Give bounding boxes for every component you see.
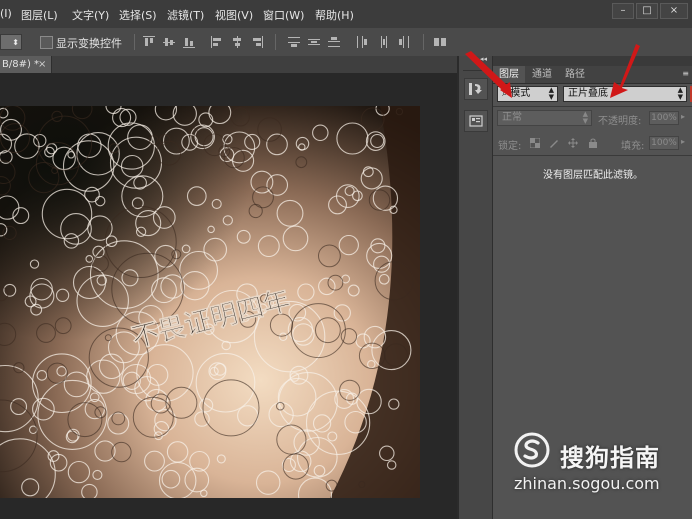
sogou-logo-icon [514,432,550,468]
menu-layer[interactable]: 图层(L) [21,7,58,23]
menu-type[interactable]: 文字(Y) [72,7,109,23]
opacity-arrow-icon[interactable]: ▸ [681,112,685,121]
lock-transparent-pixels-icon[interactable] [530,138,540,148]
distribute-right-icon[interactable] [398,36,410,48]
canvas-image[interactable]: 不畏证明四年 [0,106,420,498]
dropdown-arrows-icon: ▲ ▼ [582,110,588,125]
menu-select[interactable]: 选择(S) [119,7,157,23]
toolbar-divider [134,34,135,50]
align-vertical-center-icon[interactable] [163,36,175,48]
panel-icon-strip [459,56,492,519]
fill-arrow-icon[interactable]: ▸ [681,137,685,146]
align-horizontal-center-icon[interactable] [231,36,243,48]
toolbar-divider [423,34,424,50]
distribute-horizontal-center-icon[interactable] [378,36,390,48]
lock-label: 锁定: [498,141,522,152]
bubble-artwork: 不畏证明四年 [0,106,420,498]
lock-image-pixels-icon[interactable] [549,138,559,148]
distribute-top-icon[interactable] [288,36,300,48]
annotation-arrow-left-shaft [465,51,508,90]
blend-mode-dropdown[interactable]: 正常 ▲ ▼ [497,110,592,126]
distribute-left-icon[interactable] [356,36,368,48]
tab-strip [52,56,457,73]
dropdown-arrows-icon: ▲ ▼ [677,86,683,101]
tool-preset-stepper[interactable]: ⬍ [0,34,22,50]
opacity-label: 不透明度: [598,116,642,127]
distribute-vertical-center-icon[interactable] [308,36,320,48]
annotation-arrows [465,44,640,98]
blend-mode-value: 正常 [502,112,522,123]
maximize-button[interactable]: □ [636,3,658,19]
fill-field[interactable]: 100% [649,136,679,150]
minimize-button[interactable]: – [612,3,634,19]
document-close-icon[interactable]: × [38,56,46,73]
menu-window[interactable]: 窗口(W) [263,7,304,23]
align-right-icon[interactable] [251,36,263,48]
menu-filter[interactable]: 滤镜(T) [167,7,204,23]
panel-menu-icon[interactable]: ≡ [682,69,689,78]
distribute-bottom-icon[interactable] [328,36,340,48]
opacity-field[interactable]: 100% [649,111,679,125]
lock-position-icon[interactable] [568,138,578,148]
watermark-url: zhinan.sogou.com [514,474,660,493]
toolbar-divider [275,34,276,50]
document-tab[interactable]: B/8#) * × [0,56,52,73]
show-transform-controls-label: 显示变换控件 [56,37,122,50]
panel-divider-line [493,155,692,156]
menu-help[interactable]: 帮助(H) [315,7,354,23]
close-window-button[interactable]: × [660,3,688,19]
watermark-name: 搜狗指南 [560,444,660,472]
properties-panel-icon[interactable] [464,110,488,132]
align-top-icon[interactable] [143,36,155,48]
menu-view[interactable]: 视图(V) [215,7,253,23]
fill-label: 填充: [621,141,645,152]
document-tab-title: B/8#) * [2,59,40,70]
menu-bar: (I) 图层(L) 文字(Y) 选择(S) 滤镜(T) 视图(V) 窗口(W) … [0,0,692,28]
annotation-arrow-right-icon [610,44,640,98]
show-transform-controls-checkbox[interactable] [40,36,53,49]
panel-divider-line [493,106,692,107]
empty-filter-message: 没有图层匹配此滤镜。 [543,170,643,181]
menu-image[interactable]: (I) [0,7,12,20]
align-bottom-icon[interactable] [183,36,195,48]
lock-all-icon[interactable] [588,138,598,148]
align-left-icon[interactable] [211,36,223,48]
